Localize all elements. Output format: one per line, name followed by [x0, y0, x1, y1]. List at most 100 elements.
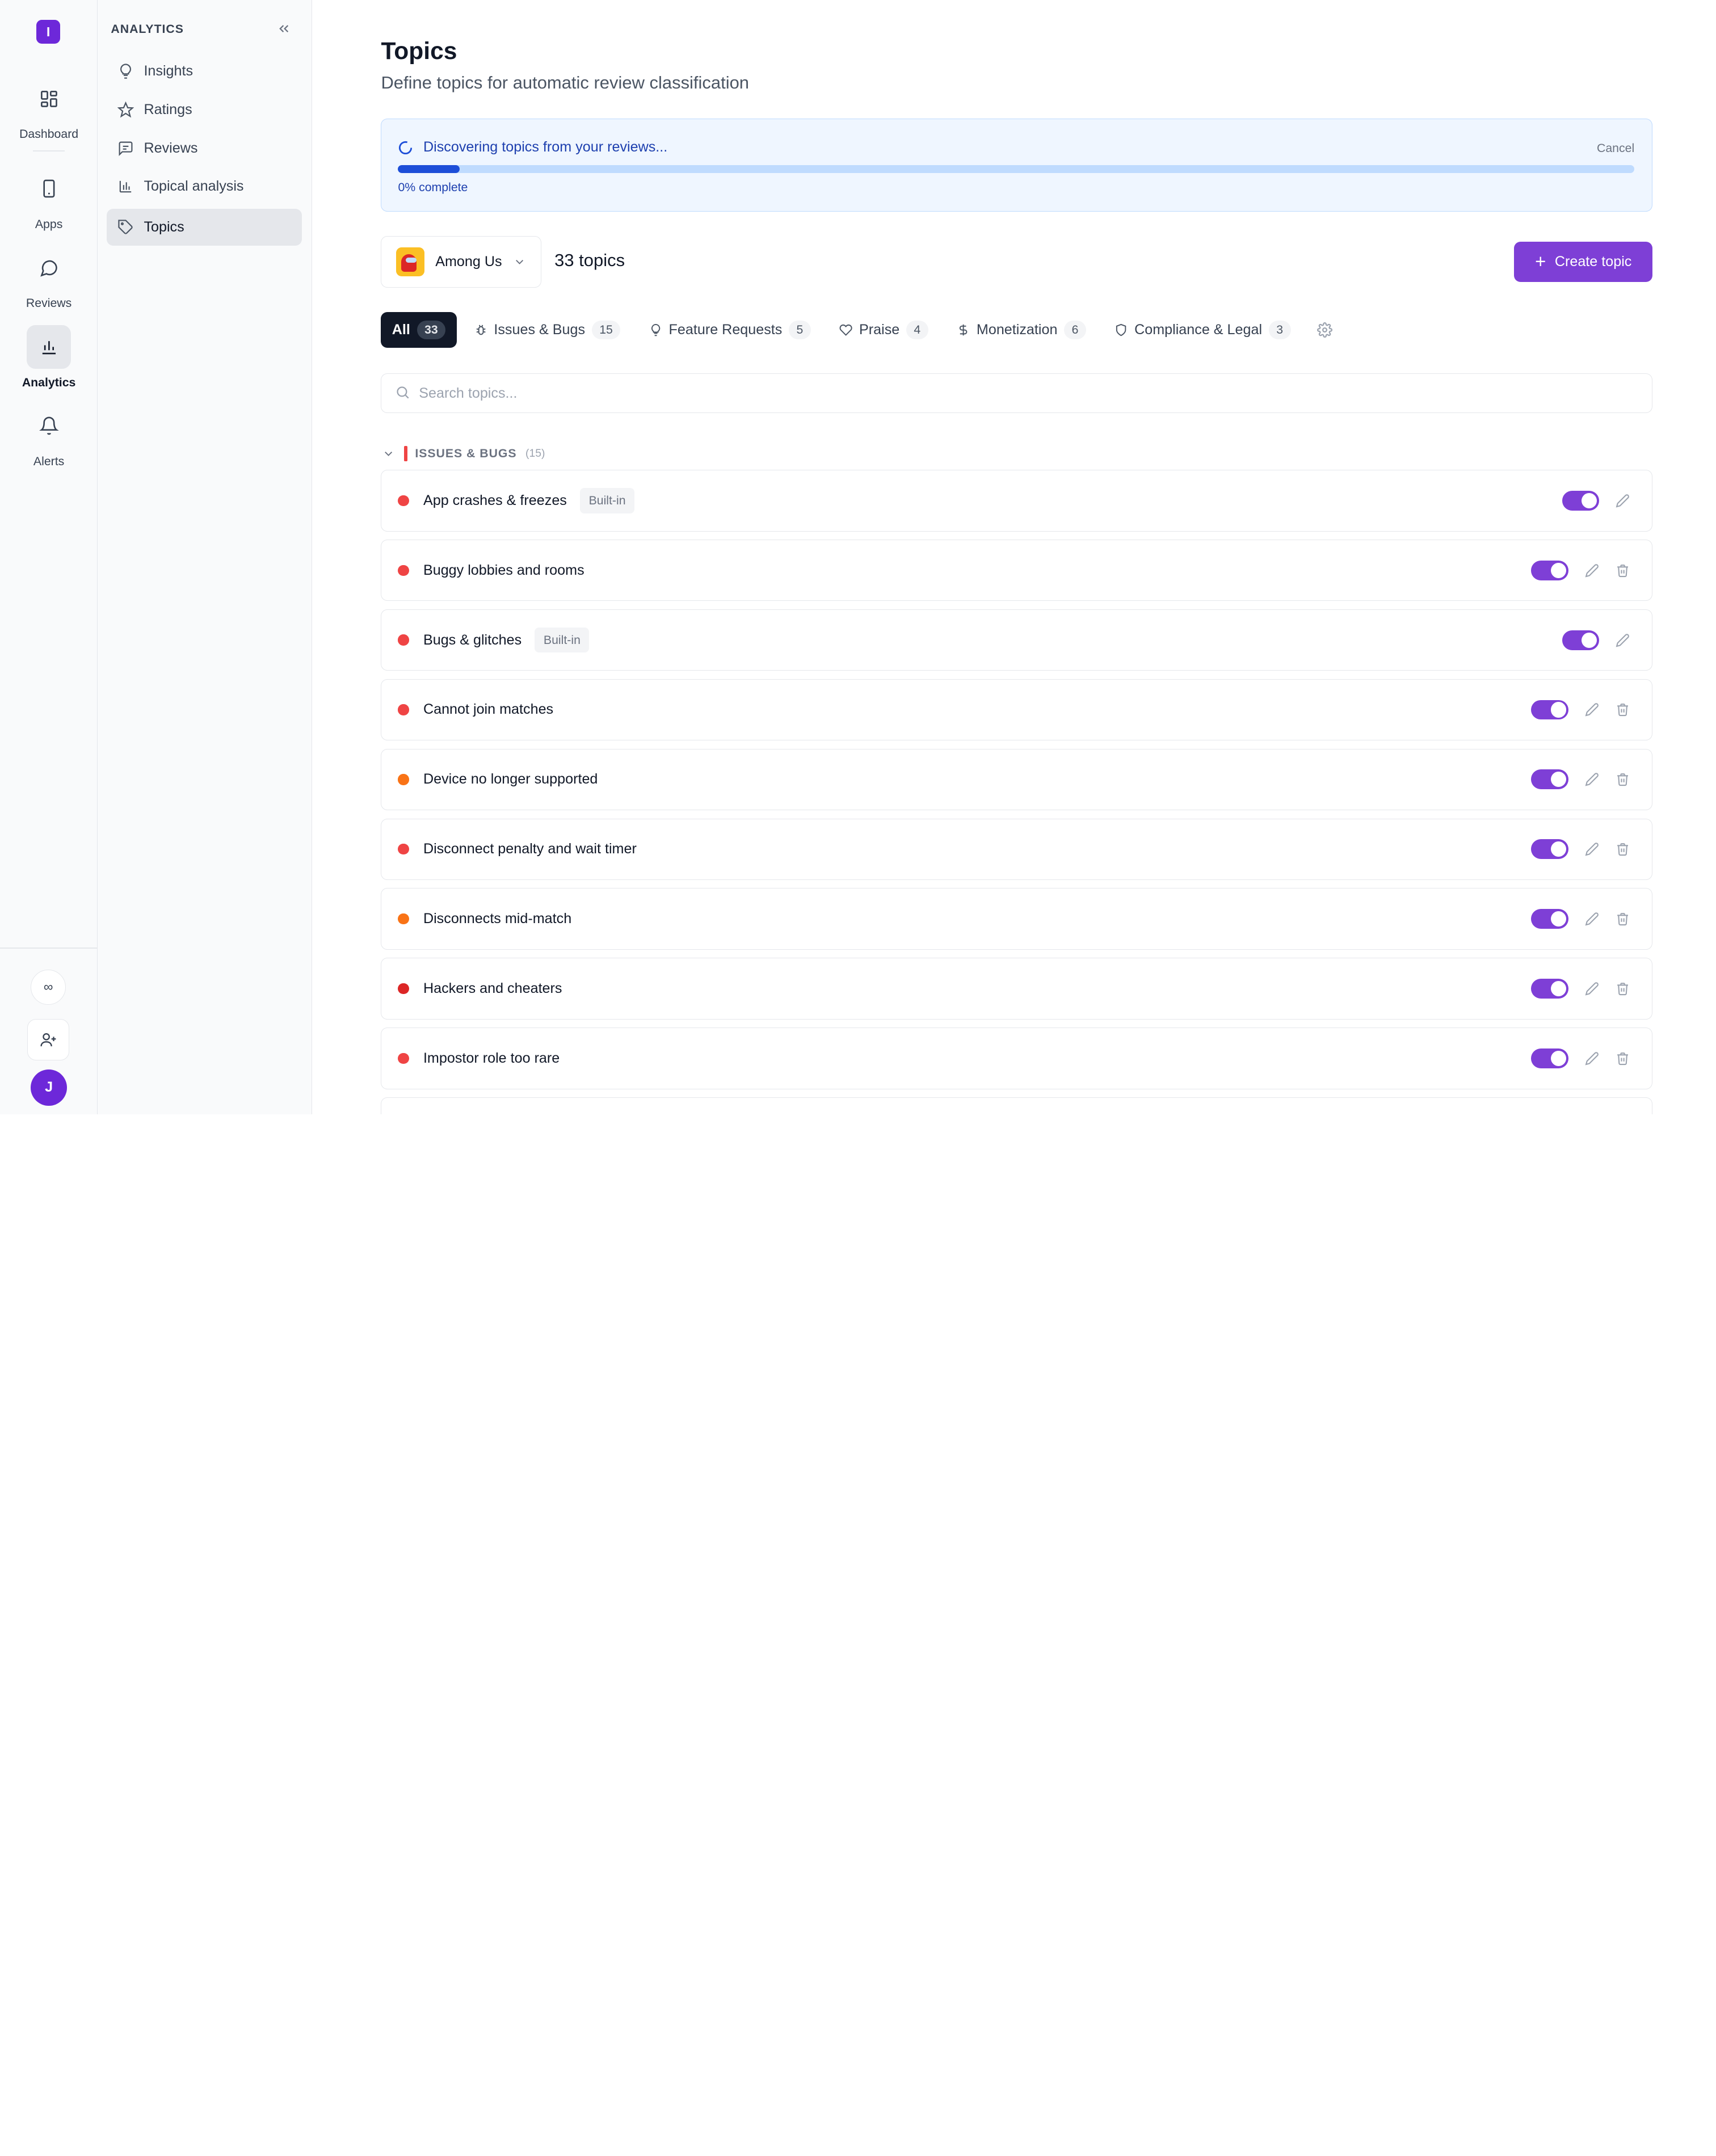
sidebar-item-ratings[interactable]: Ratings — [107, 91, 302, 129]
tab-label: Feature Requests — [668, 321, 783, 338]
edit-pencil-icon[interactable] — [1585, 563, 1599, 578]
tab-count: 5 — [788, 321, 811, 339]
search-icon — [397, 386, 409, 399]
topic-row[interactable]: Disconnects mid-match — [381, 888, 1653, 950]
progress-percent: 0% complete — [398, 180, 468, 195]
rail-item-dashboard[interactable]: Dashboard — [0, 77, 98, 141]
gear-icon[interactable] — [1317, 322, 1333, 338]
app-logo[interactable]: I — [36, 19, 61, 44]
sidebar-item-topical-analysis[interactable]: Topical analysis — [107, 168, 302, 205]
tab-all[interactable]: All 33 — [381, 311, 457, 348]
sidebar-heading: ANALYTICS — [111, 22, 184, 36]
edit-pencil-icon[interactable] — [1585, 702, 1599, 717]
topic-row[interactable]: Cannot join matches — [381, 679, 1653, 741]
app-icon — [396, 247, 424, 276]
rail-label: Reviews — [26, 296, 72, 310]
heart-icon — [839, 324, 852, 336]
page-subtitle: Define topics for automatic review class… — [381, 72, 750, 92]
edit-pencil-icon[interactable] — [1585, 1051, 1599, 1066]
edit-pencil-icon[interactable] — [1616, 494, 1630, 508]
rail-label: Alerts — [33, 454, 65, 469]
trash-icon[interactable] — [1616, 702, 1630, 717]
topic-enabled-toggle[interactable] — [1531, 1048, 1569, 1068]
rail-divider — [0, 947, 98, 949]
bug-icon — [476, 325, 486, 335]
create-topic-button[interactable]: + Create topic — [1514, 241, 1653, 283]
tab-monetization[interactable]: Monetization 6 — [946, 312, 1097, 348]
search-input[interactable] — [419, 380, 1627, 407]
tab-label: Praise — [859, 321, 900, 338]
tab-count: 4 — [906, 321, 928, 339]
trash-icon[interactable] — [1616, 982, 1630, 996]
trash-icon[interactable] — [1616, 842, 1630, 856]
tab-issues-bugs[interactable]: Issues & Bugs 15 — [463, 312, 632, 348]
analytics-sidebar: ANALYTICS Insights Ratings Reviews Topic… — [98, 0, 312, 1115]
rail-item-alerts[interactable]: Alerts — [0, 404, 98, 469]
topic-enabled-toggle[interactable] — [1531, 560, 1569, 580]
progress-fill — [398, 165, 460, 173]
topic-count: 33 topics — [554, 250, 625, 271]
trash-icon[interactable] — [1616, 1051, 1630, 1066]
topic-color-dot — [398, 844, 409, 855]
topic-enabled-toggle[interactable] — [1531, 769, 1569, 790]
topic-color-dot — [398, 565, 409, 576]
tab-label: All — [392, 321, 410, 338]
add-user-button[interactable] — [27, 1018, 69, 1061]
group-count: (15) — [525, 447, 545, 460]
topic-enabled-toggle[interactable] — [1562, 490, 1600, 511]
sidebar-item-label: Topical analysis — [144, 178, 244, 195]
topic-row[interactable]: Buggy lobbies and rooms — [381, 540, 1653, 601]
topic-row[interactable]: Hackers and cheaters — [381, 958, 1653, 1020]
edit-pencil-icon[interactable] — [1585, 772, 1599, 786]
sidebar-item-reviews[interactable]: Reviews — [107, 129, 302, 167]
rail-item-analytics[interactable]: Analytics — [0, 325, 98, 390]
rail-item-reviews[interactable]: Reviews — [0, 246, 98, 310]
edit-pencil-icon[interactable] — [1585, 982, 1599, 996]
topic-row[interactable]: App crashes & freezes Built-in — [381, 470, 1653, 532]
icon-rail: I Dashboard Apps Reviews Analytics Alert… — [0, 0, 98, 1115]
tab-feature-requests[interactable]: Feature Requests 5 — [638, 312, 822, 348]
topic-actions — [1531, 909, 1630, 929]
rail-divider — [33, 150, 65, 152]
tab-count: 33 — [417, 321, 446, 339]
trash-icon[interactable] — [1616, 772, 1630, 786]
topic-enabled-toggle[interactable] — [1531, 839, 1569, 860]
topic-enabled-toggle[interactable] — [1531, 909, 1569, 929]
topic-actions — [1531, 1048, 1630, 1068]
built-in-badge: Built-in — [535, 627, 590, 653]
topic-color-dot — [398, 913, 409, 925]
topic-actions — [1531, 560, 1630, 580]
tab-count: 6 — [1064, 321, 1086, 339]
dollar-icon — [959, 324, 968, 336]
trash-icon[interactable] — [1616, 912, 1630, 926]
collapse-sidebar-icon[interactable] — [276, 21, 292, 36]
topic-enabled-toggle[interactable] — [1562, 630, 1600, 650]
star-icon — [117, 101, 134, 118]
topic-row[interactable]: Bugs & glitches Built-in — [381, 609, 1653, 671]
lightbulb-icon — [651, 323, 660, 336]
topic-row[interactable] — [381, 1097, 1653, 1115]
edit-pencil-icon[interactable] — [1585, 842, 1599, 856]
app-selector-label: Among Us — [435, 253, 502, 270]
sidebar-item-insights[interactable]: Insights — [107, 53, 302, 90]
topic-enabled-toggle[interactable] — [1531, 700, 1569, 720]
tab-count: 15 — [591, 321, 621, 339]
topic-row[interactable]: Impostor role too rare — [381, 1028, 1653, 1089]
sidebar-item-topics[interactable]: Topics — [106, 208, 302, 246]
group-header-issues-bugs[interactable]: ISSUES & BUGS (15) — [381, 444, 545, 464]
progress-message: Discovering topics from your reviews... — [423, 138, 668, 155]
tab-compliance-legal[interactable]: Compliance & Legal 3 — [1104, 312, 1302, 348]
edit-pencil-icon[interactable] — [1585, 912, 1599, 926]
app-selector[interactable]: Among Us — [381, 236, 541, 288]
dashboard-icon — [27, 77, 70, 120]
tab-praise[interactable]: Praise 4 — [828, 312, 939, 348]
infinity-button[interactable]: ∞ — [31, 969, 66, 1005]
cancel-button[interactable]: Cancel — [1597, 141, 1634, 155]
edit-pencil-icon[interactable] — [1616, 633, 1630, 647]
trash-icon[interactable] — [1616, 563, 1630, 578]
rail-item-apps[interactable]: Apps — [0, 167, 98, 231]
avatar[interactable]: J — [31, 1069, 68, 1106]
topic-row[interactable]: Device no longer supported — [381, 748, 1653, 811]
topic-enabled-toggle[interactable] — [1531, 979, 1569, 999]
topic-row[interactable]: Disconnect penalty and wait timer — [381, 818, 1653, 880]
